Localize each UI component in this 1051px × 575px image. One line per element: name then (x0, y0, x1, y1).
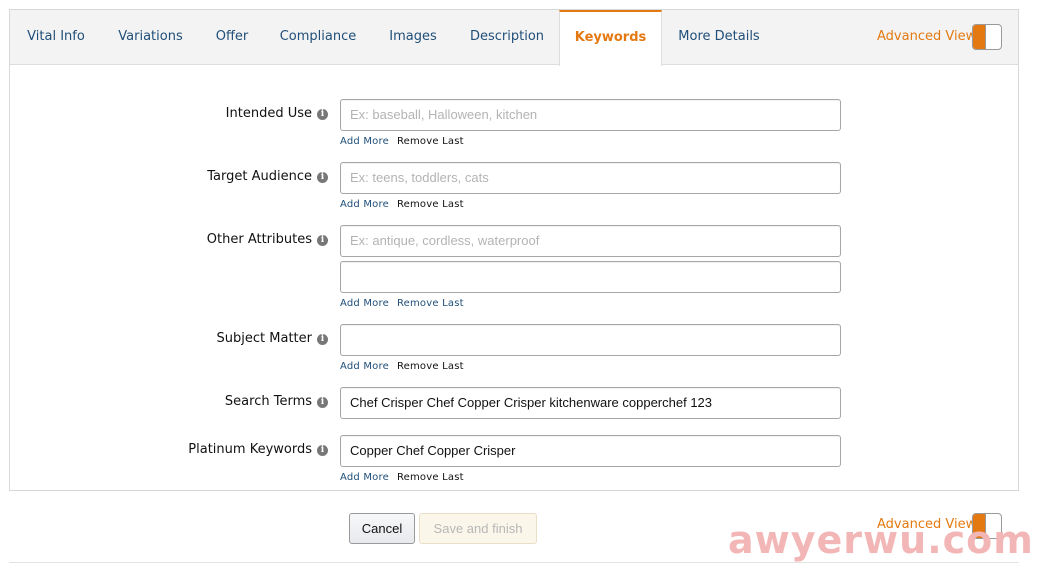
info-icon[interactable]: i (317, 172, 328, 183)
tab-keywords[interactable]: Keywords (559, 10, 662, 66)
other-attributes-links: Add More Remove Last (340, 298, 464, 309)
advanced-view-toggle[interactable] (972, 24, 1002, 50)
search-terms-label-text: Search Terms (224, 394, 312, 409)
subject-matter-label: Subject Matter i (217, 331, 328, 346)
tab-vital-info[interactable]: Vital Info (10, 10, 102, 65)
target-audience-label: Target Audience i (207, 169, 328, 184)
platinum-keywords-input[interactable]: Copper Chef Copper Crisper (340, 435, 841, 467)
platinum-keywords-links: Add More Remove Last (340, 472, 464, 483)
platinum-keywords-add-more[interactable]: Add More (340, 472, 389, 483)
tab-offer[interactable]: Offer (199, 10, 265, 65)
intended-use-input[interactable]: Ex: baseball, Halloween, kitchen (340, 99, 841, 131)
toggle-knob (973, 25, 986, 49)
watermark: awyerwu.com (728, 518, 1034, 562)
intended-use-placeholder: Ex: baseball, Halloween, kitchen (350, 107, 538, 122)
info-icon[interactable]: i (317, 397, 328, 408)
save-and-finish-button[interactable]: Save and finish (419, 513, 537, 544)
tab-compliance[interactable]: Compliance (265, 10, 371, 65)
tab-description[interactable]: Description (455, 10, 559, 65)
bottom-divider (9, 562, 1019, 563)
target-audience-label-text: Target Audience (207, 169, 312, 184)
tab-bar: Vital Info Variations Offer Compliance I… (10, 10, 1018, 66)
info-icon[interactable]: i (317, 109, 328, 120)
target-audience-remove-last[interactable]: Remove Last (397, 199, 464, 210)
target-audience-input[interactable]: Ex: teens, toddlers, cats (340, 162, 841, 194)
intended-use-remove-last[interactable]: Remove Last (397, 136, 464, 147)
target-audience-add-more[interactable]: Add More (340, 199, 389, 210)
cancel-button[interactable]: Cancel (349, 513, 415, 544)
other-attributes-input-2[interactable] (340, 261, 841, 293)
subject-matter-remove-last[interactable]: Remove Last (397, 361, 464, 372)
platinum-keywords-label-text: Platinum Keywords (188, 442, 312, 457)
info-icon[interactable]: i (317, 334, 328, 345)
other-attributes-label-text: Other Attributes (206, 232, 312, 247)
platinum-keywords-remove-last[interactable]: Remove Last (397, 472, 464, 483)
other-attributes-remove-last[interactable]: Remove Last (397, 298, 464, 309)
target-audience-placeholder: Ex: teens, toddlers, cats (350, 170, 489, 185)
intended-use-label: Intended Use i (226, 106, 328, 121)
target-audience-links: Add More Remove Last (340, 199, 464, 210)
other-attributes-input[interactable]: Ex: antique, cordless, waterproof (340, 225, 841, 257)
subject-matter-input[interactable] (340, 324, 841, 356)
platinum-keywords-label: Platinum Keywords i (188, 442, 328, 457)
subject-matter-label-text: Subject Matter (216, 331, 312, 346)
intended-use-links: Add More Remove Last (340, 136, 464, 147)
info-icon[interactable]: i (317, 445, 328, 456)
other-attributes-add-more[interactable]: Add More (340, 298, 389, 309)
intended-use-label-text: Intended Use (225, 106, 312, 121)
subject-matter-links: Add More Remove Last (340, 361, 464, 372)
tab-images[interactable]: Images (371, 10, 455, 65)
other-attributes-label: Other Attributes i (207, 232, 328, 247)
other-attributes-placeholder: Ex: antique, cordless, waterproof (350, 233, 540, 248)
info-icon[interactable]: i (317, 235, 328, 246)
subject-matter-add-more[interactable]: Add More (340, 361, 389, 372)
search-terms-input[interactable]: Chef Crisper Chef Copper Crisper kitchen… (340, 387, 841, 419)
intended-use-add-more[interactable]: Add More (340, 136, 389, 147)
search-terms-label: Search Terms i (225, 394, 328, 409)
advanced-view-label: Advanced View (877, 29, 977, 44)
tab-variations[interactable]: Variations (102, 10, 199, 65)
tab-more-details[interactable]: More Details (662, 10, 776, 65)
